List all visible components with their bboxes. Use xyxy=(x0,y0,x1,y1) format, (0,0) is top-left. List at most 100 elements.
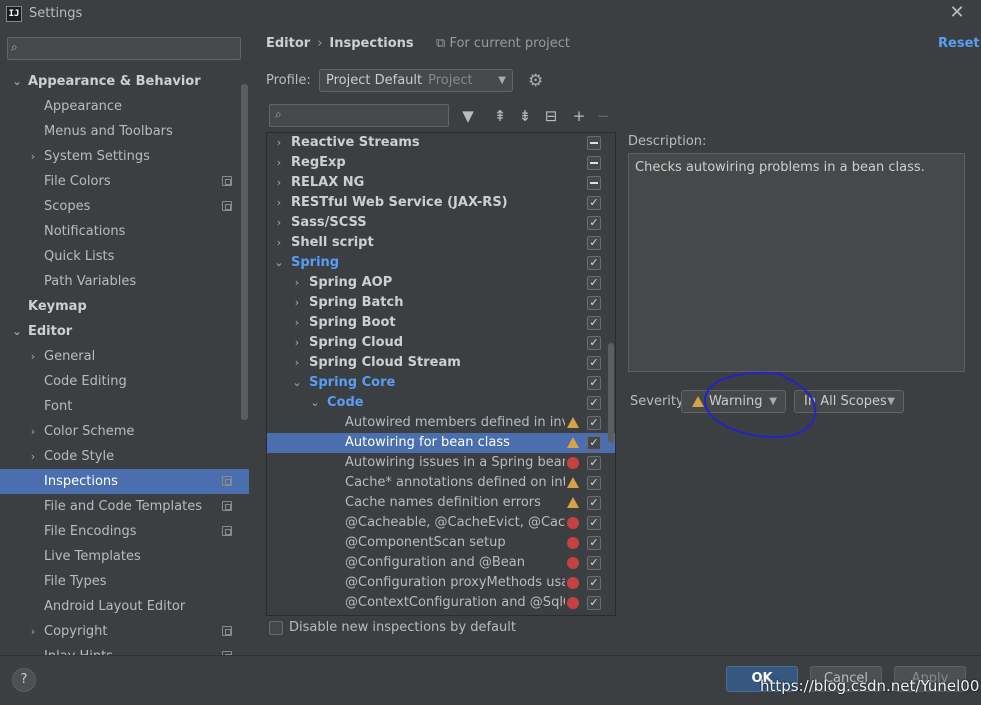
inspection-checkbox[interactable] xyxy=(587,176,601,190)
chevron-right-icon[interactable]: › xyxy=(273,193,285,213)
inspection-checkbox[interactable]: ✓ xyxy=(587,476,601,490)
sidebar-item[interactable]: › Inlay Hints xyxy=(0,644,249,655)
profile-dropdown[interactable]: Project Default Project ▼ xyxy=(319,69,513,92)
reset-link[interactable]: Reset xyxy=(938,36,980,51)
settings-search-input[interactable] xyxy=(30,39,235,58)
sidebar-item[interactable]: ⌄ Appearance & Behavior xyxy=(0,69,249,94)
inspection-row[interactable]: › Sass/SCSS ✓ xyxy=(267,213,615,233)
settings-search-field[interactable]: ⌕ xyxy=(7,37,241,60)
inspection-row[interactable]: @Configuration proxyMethods usage ✓ xyxy=(267,573,615,593)
inspection-row[interactable]: Autowiring for bean class ✓ xyxy=(267,433,615,453)
sidebar-item[interactable]: Menus and Toolbars xyxy=(0,119,249,144)
inspection-checkbox[interactable]: ✓ xyxy=(587,356,601,370)
sidebar-item[interactable]: File and Code Templates xyxy=(0,494,249,519)
inspection-checkbox[interactable]: ✓ xyxy=(587,216,601,230)
help-button[interactable]: ? xyxy=(12,668,36,692)
tree-scrollbar[interactable] xyxy=(608,343,614,443)
sidebar-item[interactable]: Scopes xyxy=(0,194,249,219)
inspection-checkbox[interactable]: ✓ xyxy=(587,236,601,250)
sidebar-item[interactable]: › Color Scheme xyxy=(0,419,249,444)
inspection-row[interactable]: › Spring Cloud Stream ✓ xyxy=(267,353,615,373)
inspection-row[interactable]: › Spring Batch ✓ xyxy=(267,293,615,313)
chevron-right-icon[interactable]: › xyxy=(273,233,285,253)
inspection-checkbox[interactable]: ✓ xyxy=(587,596,601,610)
inspection-checkbox[interactable]: ✓ xyxy=(587,276,601,290)
add-icon[interactable]: + xyxy=(570,107,588,125)
chevron-right-icon[interactable]: › xyxy=(27,444,39,469)
chevron-down-icon[interactable]: ⌄ xyxy=(309,393,321,413)
chevron-right-icon[interactable]: › xyxy=(27,419,39,444)
sidebar-item[interactable]: Notifications xyxy=(0,219,249,244)
chevron-right-icon[interactable]: › xyxy=(291,353,303,373)
inspection-checkbox[interactable]: ✓ xyxy=(587,536,601,550)
sidebar-item[interactable]: › System Settings xyxy=(0,144,249,169)
sidebar-item[interactable]: File Colors xyxy=(0,169,249,194)
inspection-row[interactable]: › Shell script ✓ xyxy=(267,233,615,253)
chevron-right-icon[interactable]: › xyxy=(291,333,303,353)
sidebar-item[interactable]: Live Templates xyxy=(0,544,249,569)
inspection-row[interactable]: › RELAX NG xyxy=(267,173,615,193)
inspection-checkbox[interactable]: ✓ xyxy=(587,436,601,450)
inspection-checkbox[interactable]: ✓ xyxy=(587,456,601,470)
inspection-row[interactable]: @ContextConfiguration and @SqlConfig ✓ xyxy=(267,593,615,613)
inspection-row[interactable]: Autowired members defined in invalid Spr… xyxy=(267,413,615,433)
sidebar-item[interactable]: Inspections xyxy=(0,469,249,494)
chevron-down-icon[interactable]: ⌄ xyxy=(11,319,23,344)
inspection-row[interactable]: Cache* annotations defined on interface ✓ xyxy=(267,473,615,493)
inspection-checkbox[interactable] xyxy=(587,156,601,170)
inspection-search-field[interactable]: ⌕ xyxy=(269,104,449,127)
inspection-checkbox[interactable]: ✓ xyxy=(587,316,601,330)
inspection-checkbox[interactable]: ✓ xyxy=(587,576,601,590)
inspection-checkbox[interactable]: ✓ xyxy=(587,516,601,530)
chevron-down-icon[interactable]: ⌄ xyxy=(291,373,303,393)
filter-icon[interactable]: ▼ xyxy=(459,107,477,125)
inspection-row[interactable]: › RESTful Web Service (JAX-RS) ✓ xyxy=(267,193,615,213)
inspection-checkbox[interactable]: ✓ xyxy=(587,196,601,210)
inspection-checkbox[interactable]: ✓ xyxy=(587,296,601,310)
chevron-right-icon[interactable]: › xyxy=(273,213,285,233)
chevron-right-icon[interactable]: › xyxy=(273,173,285,193)
inspection-row[interactable]: ⌄ Code ✓ xyxy=(267,393,615,413)
expand-all-icon[interactable]: ⇞ xyxy=(491,107,509,125)
inspection-checkbox[interactable]: ✓ xyxy=(587,336,601,350)
collapse-all-icon[interactable]: ⇟ xyxy=(516,107,534,125)
inspection-checkbox[interactable]: ✓ xyxy=(587,556,601,570)
inspection-row[interactable]: Cache names definition errors ✓ xyxy=(267,493,615,513)
chevron-right-icon[interactable]: › xyxy=(27,344,39,369)
sidebar-item[interactable]: Android Layout Editor xyxy=(0,594,249,619)
inspection-row[interactable]: @ComponentScan setup ✓ xyxy=(267,533,615,553)
inspection-row[interactable]: @Configuration and @Bean ✓ xyxy=(267,553,615,573)
inspection-row[interactable]: › Spring Cloud ✓ xyxy=(267,333,615,353)
sidebar-item[interactable]: File Encodings xyxy=(0,519,249,544)
inspection-checkbox[interactable]: ✓ xyxy=(587,396,601,410)
disable-new-inspections-checkbox[interactable] xyxy=(269,621,283,635)
sidebar-item[interactable]: Quick Lists xyxy=(0,244,249,269)
chevron-down-icon[interactable]: ⌄ xyxy=(273,253,285,273)
inspection-row[interactable]: ⌄ Spring ✓ xyxy=(267,253,615,273)
inspection-checkbox[interactable]: ✓ xyxy=(587,256,601,270)
sidebar-item[interactable]: › Code Style xyxy=(0,444,249,469)
sidebar-item[interactable]: › Copyright xyxy=(0,619,249,644)
inspection-checkbox[interactable]: ✓ xyxy=(587,496,601,510)
gear-icon[interactable]: ⚙ xyxy=(528,71,543,91)
chevron-right-icon[interactable]: › xyxy=(291,273,303,293)
sidebar-item[interactable]: › General xyxy=(0,344,249,369)
chevron-right-icon[interactable]: › xyxy=(291,293,303,313)
remove-icon[interactable]: − xyxy=(594,107,612,125)
chevron-down-icon[interactable]: ⌄ xyxy=(11,69,23,94)
chevron-right-icon[interactable]: › xyxy=(291,313,303,333)
inspection-checkbox[interactable] xyxy=(587,136,601,150)
inspection-row[interactable]: › Reactive Streams xyxy=(267,133,615,153)
close-button[interactable]: ✕ xyxy=(945,2,969,26)
sidebar-item[interactable]: Appearance xyxy=(0,94,249,119)
sidebar-item[interactable]: ⌄ Editor xyxy=(0,319,249,344)
sidebar-scrollbar[interactable] xyxy=(241,84,248,420)
sidebar-item[interactable]: Font xyxy=(0,394,249,419)
sidebar-item[interactable]: Keymap xyxy=(0,294,249,319)
sidebar-item[interactable]: Path Variables xyxy=(0,269,249,294)
inspection-row[interactable]: Autowiring issues in a Spring bean class… xyxy=(267,453,615,473)
inspection-row[interactable]: › Spring AOP ✓ xyxy=(267,273,615,293)
inspection-row[interactable]: @Cacheable, @CacheEvict, @CachePut ✓ xyxy=(267,513,615,533)
reset-to-default-icon[interactable]: ⊟ xyxy=(542,107,560,125)
chevron-right-icon[interactable]: › xyxy=(273,133,285,153)
